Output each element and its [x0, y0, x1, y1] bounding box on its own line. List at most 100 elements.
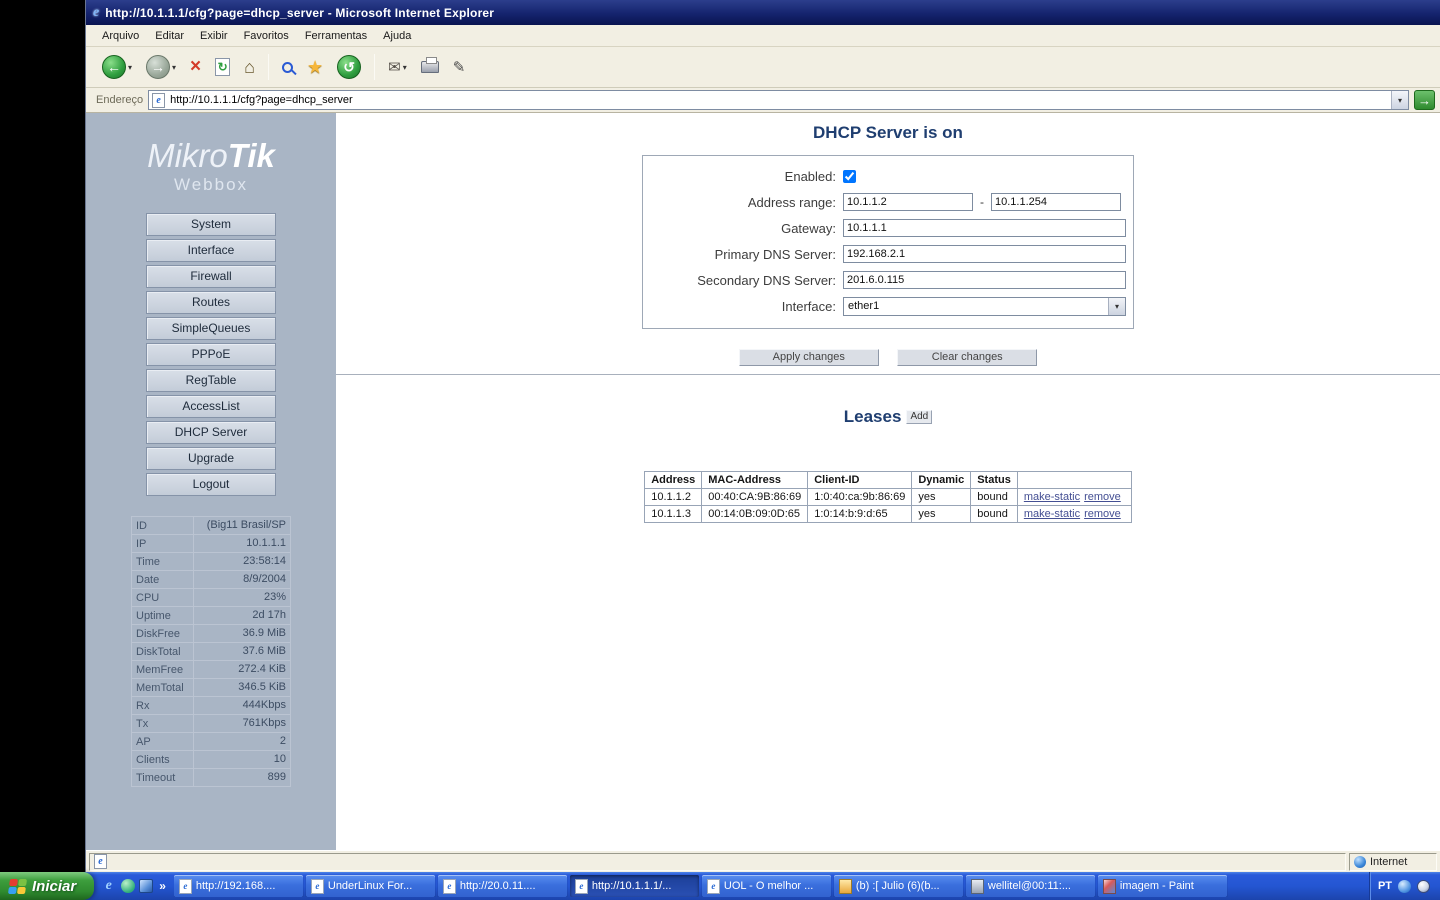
webbox-label: Webbox [173, 175, 249, 194]
forward-icon: → [146, 55, 171, 79]
taskbar: Iniciar e » e http://192.168.... e Under… [0, 872, 1440, 900]
window-title: http://10.1.1.1/cfg?page=dhcp_server - M… [105, 5, 495, 20]
ie-page-icon: e [178, 878, 192, 894]
sidebar-item-accesslist[interactable]: AccessList [146, 395, 276, 418]
gateway-input[interactable] [843, 219, 1126, 237]
sidebar-item-system[interactable]: System [146, 213, 276, 236]
mikrotik-logo: MikroTik [86, 139, 336, 173]
taskbar-task-192-168[interactable]: e http://192.168.... [173, 875, 303, 897]
chevron-down-icon: ▾ [172, 62, 177, 72]
mail-button[interactable]: ✉ ▾ [384, 56, 411, 78]
refresh-icon: ↻ [215, 58, 231, 76]
print-button[interactable] [417, 57, 443, 75]
sidebar-item-firewall[interactable]: Firewall [146, 265, 276, 288]
quicklaunch-messenger-icon[interactable] [121, 879, 136, 893]
make-static-link[interactable]: make-static [1024, 491, 1080, 503]
secondary-dns-input[interactable] [843, 271, 1126, 289]
titlebar[interactable]: e http://10.1.1.1/cfg?page=dhcp_server -… [86, 0, 1440, 25]
language-indicator[interactable]: PT [1378, 880, 1392, 892]
stat-row: IP 10.1.1.1 [131, 534, 291, 553]
go-button[interactable]: → [1414, 90, 1435, 110]
sidebar-item-pppoe[interactable]: PPPoE [146, 343, 276, 366]
back-button[interactable]: ← ▾ [98, 53, 136, 81]
sidebar-item-interface[interactable]: Interface [146, 239, 276, 262]
primary-dns-input[interactable] [843, 245, 1126, 263]
sidebar-item-upgrade[interactable]: Upgrade [146, 447, 276, 470]
forward-button[interactable]: → ▾ [142, 53, 180, 81]
interface-select[interactable]: ether1 ▾ [843, 296, 1126, 316]
stat-row: Date 8/9/2004 [131, 570, 291, 589]
menu-item-ferramentas[interactable]: Ferramentas [297, 27, 375, 45]
ie-logo-icon: e [93, 4, 100, 20]
add-lease-button[interactable]: Add [906, 410, 933, 424]
apply-changes-button[interactable]: Apply changes [738, 349, 879, 366]
taskbar-task-uol[interactable]: e UOL - O melhor ... [701, 875, 831, 897]
address-range-start-input[interactable] [843, 193, 973, 211]
home-button[interactable]: ⌂ [240, 55, 259, 80]
stat-row: Uptime 2d 17h [131, 606, 291, 625]
dhcp-settings-form: Enabled: Address range: - Gateway: [642, 155, 1134, 329]
refresh-button[interactable]: ↻ [211, 56, 234, 78]
paint-icon [1102, 878, 1116, 894]
address-input[interactable]: e http://10.1.1.1/cfg?page=dhcp_server ▾ [148, 90, 1409, 110]
sidebar-item-regtable[interactable]: RegTable [146, 369, 276, 392]
taskbar-task-20-0-11[interactable]: e http://20.0.11.... [437, 875, 567, 897]
taskbar-task-wellitel[interactable]: wellitel@00:11:... [965, 875, 1095, 897]
logo-text-bold: Tik [227, 137, 275, 174]
enabled-checkbox[interactable] [843, 169, 856, 183]
quicklaunch-show-desktop-icon[interactable] [139, 879, 154, 893]
address-dropdown-button[interactable]: ▾ [1391, 91, 1408, 109]
menubar: Arquivo Editar Exibir Favoritos Ferramen… [86, 25, 1440, 47]
stat-row: Time 23:58:14 [131, 552, 291, 571]
search-icon [282, 61, 294, 73]
search-button[interactable] [278, 60, 297, 75]
col-actions [1016, 471, 1132, 489]
sidebar: MikroTik Webbox System Interface Firewal… [86, 113, 336, 850]
taskbar-task-10-1-1-1[interactable]: e http://10.1.1.1/... [569, 875, 699, 897]
page-title: DHCP Server is on [813, 123, 963, 142]
address-range-end-input[interactable] [991, 193, 1121, 211]
quicklaunch-overflow-chevron[interactable]: » [157, 879, 168, 893]
stat-row: Timeout 899 [131, 768, 291, 787]
status-table: ID (Big11 Brasil/SP IP 10.1.1.1 Time 23:58:… [131, 516, 291, 787]
sidebar-item-routes[interactable]: Routes [146, 291, 276, 314]
taskbar-task-paint[interactable]: imagem - Paint [1097, 875, 1227, 897]
main-content: DHCP Server is on Enabled: Address range… [336, 113, 1440, 850]
clear-changes-button[interactable]: Clear changes [897, 349, 1038, 366]
tray-network-icon[interactable] [1398, 879, 1411, 893]
gateway-label: Gateway: [781, 220, 836, 236]
taskbar-task-underlinux[interactable]: e UnderLinux For... [305, 875, 435, 897]
internet-zone-icon [1354, 855, 1366, 868]
menu-item-favoritos[interactable]: Favoritos [236, 27, 297, 45]
interface-label: Interface: [781, 298, 836, 314]
menu-item-exibir[interactable]: Exibir [192, 27, 236, 45]
chevron-down-icon[interactable]: ▾ [1108, 297, 1125, 315]
toolbar: ← ▾ → ▾ × ↻ ⌂ ★ ↺ ✉ ▾ ✎ [86, 47, 1440, 88]
stop-button[interactable]: × [186, 55, 205, 79]
remove-link[interactable]: remove [1084, 491, 1121, 503]
remove-link[interactable]: remove [1084, 508, 1121, 520]
edit-pencil-icon: ✎ [452, 59, 466, 76]
menu-item-arquivo[interactable]: Arquivo [94, 27, 147, 45]
start-button[interactable]: Iniciar [0, 872, 95, 900]
history-button[interactable]: ↺ [333, 53, 365, 81]
quick-launch-bar: e » [94, 878, 174, 895]
taskbar-task-julio-chat[interactable]: (b) :[ Julio (6)(b... [833, 875, 963, 897]
sidebar-item-simplequeues[interactable]: SimpleQueues [146, 317, 276, 340]
menu-item-ajuda[interactable]: Ajuda [375, 27, 419, 45]
quicklaunch-ie-icon[interactable]: e [100, 878, 117, 895]
tray-clock-icon[interactable] [1417, 879, 1430, 893]
desktop: e http://10.1.1.1/cfg?page=dhcp_server -… [0, 0, 1440, 900]
toolbar-separator [374, 54, 376, 80]
make-static-link[interactable]: make-static [1024, 508, 1080, 520]
favorites-button[interactable]: ★ [303, 55, 327, 80]
sidebar-item-dhcp-server[interactable]: DHCP Server [146, 421, 276, 444]
sidebar-nav: System Interface Firewall Routes SimpleQ… [86, 213, 336, 496]
home-icon: ⌂ [244, 56, 256, 77]
stat-row: CPU 23% [131, 588, 291, 607]
menu-item-editar[interactable]: Editar [147, 27, 192, 45]
internet-zone-label: Internet [1370, 855, 1408, 868]
stat-row: AP 2 [131, 732, 291, 751]
edit-button[interactable]: ✎ [449, 56, 470, 78]
sidebar-item-logout[interactable]: Logout [146, 473, 276, 496]
